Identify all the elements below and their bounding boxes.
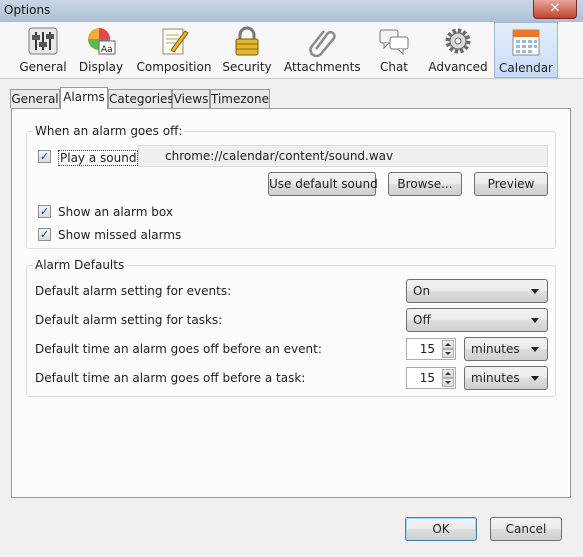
tasks-setting-label: Default alarm setting for tasks: [35,313,223,327]
show-missed-alarms-label[interactable]: Show missed alarms [58,228,181,242]
tasks-setting-value: Off [413,313,431,327]
task-time-spinner[interactable] [442,369,454,387]
play-sound-checkbox[interactable]: ✓ [38,150,51,163]
title-bar: Options ✕ [0,0,583,23]
toolbar-general[interactable]: General [16,22,70,78]
play-sound-label[interactable]: Play a sound [58,150,139,166]
event-time-spinner[interactable] [442,340,454,358]
chevron-down-icon [531,376,539,381]
task-time-label: Default time an alarm goes off before a … [35,371,306,385]
event-time-unit-select[interactable]: minutes [464,337,548,361]
preview-button[interactable]: Preview [474,172,548,196]
cancel-button[interactable]: Cancel [490,517,562,541]
chevron-down-icon [531,347,539,352]
alarm-off-legend: When an alarm goes off: [33,124,185,138]
use-default-sound-button[interactable]: Use default sound [268,172,378,196]
toolbar-security-label: Security [222,60,272,74]
toolbar-general-label: General [19,60,67,74]
toolbar-advanced-label: Advanced [428,60,488,74]
toolbar-chat-label: Chat [379,60,409,74]
alarm-defaults-group: Alarm Defaults Default alarm setting for… [26,258,556,397]
paperclip-icon [309,30,336,57]
preferences-toolbar: General Aa Display Composition Security [0,22,583,79]
tasks-setting-select[interactable]: Off [406,308,548,332]
events-setting-select[interactable]: On [406,279,548,303]
toolbar-attachments-label: Attachments [284,60,361,74]
alarm-defaults-legend: Alarm Defaults [33,258,127,272]
event-time-unit-value: minutes [471,342,520,356]
chevron-down-icon [531,318,539,323]
padlock-icon [235,26,259,56]
event-time-label: Default time an alarm goes off before an… [35,342,322,356]
window-close-button[interactable]: ✕ [533,0,577,19]
show-alarm-box-checkbox[interactable]: ✓ [38,205,51,218]
toolbar-security[interactable]: Security [222,22,272,78]
task-time-unit-select[interactable]: minutes [464,366,548,390]
event-time-input[interactable]: 15 [406,338,456,360]
task-time-unit-value: minutes [471,371,520,385]
gear-icon [445,28,471,54]
task-time-value: 15 [419,371,435,385]
show-missed-alarms-checkbox[interactable]: ✓ [38,228,51,241]
tab-categories[interactable]: Categories [108,89,174,108]
show-alarm-box-label[interactable]: Show an alarm box [58,205,173,219]
window-title: Options [4,3,51,17]
toolbar-advanced[interactable]: Advanced [426,22,490,78]
events-setting-value: On [413,284,431,298]
toolbar-attachments[interactable]: Attachments [284,22,361,78]
browse-button[interactable]: Browse... [388,172,462,196]
tab-alarms[interactable]: Alarms [60,87,108,109]
calendar-icon [512,29,540,56]
toolbar-calendar-label: Calendar [499,61,553,75]
toolbar-display[interactable]: Aa Display [76,22,126,78]
tab-general[interactable]: General [10,89,60,108]
alarm-off-group: When an alarm goes off: ✓ Play a sound c… [26,124,556,249]
toolbar-display-label: Display [78,60,124,74]
toolbar-chat[interactable]: Chat [372,22,416,78]
event-time-value: 15 [419,342,435,356]
toolbar-composition-label: Composition [136,60,212,74]
sliders-icon [28,27,58,55]
alarms-panel: When an alarm goes off: ✓ Play a sound c… [11,108,571,498]
color-wheel-icon: Aa [88,28,116,55]
task-time-input[interactable]: 15 [406,367,456,389]
tab-timezone[interactable]: Timezone [210,89,270,108]
svg-text:Aa: Aa [101,45,113,55]
ok-button[interactable]: OK [405,517,477,541]
toolbar-calendar[interactable]: Calendar [494,22,558,78]
events-setting-label: Default alarm setting for events: [35,284,232,298]
chevron-down-icon [531,289,539,294]
speech-bubbles-icon [379,29,409,56]
pencil-note-icon [162,28,189,55]
tab-views[interactable]: Views [172,89,210,108]
sound-path-field[interactable]: chrome://calendar/content/sound.wav [138,145,548,167]
toolbar-composition[interactable]: Composition [136,22,212,78]
